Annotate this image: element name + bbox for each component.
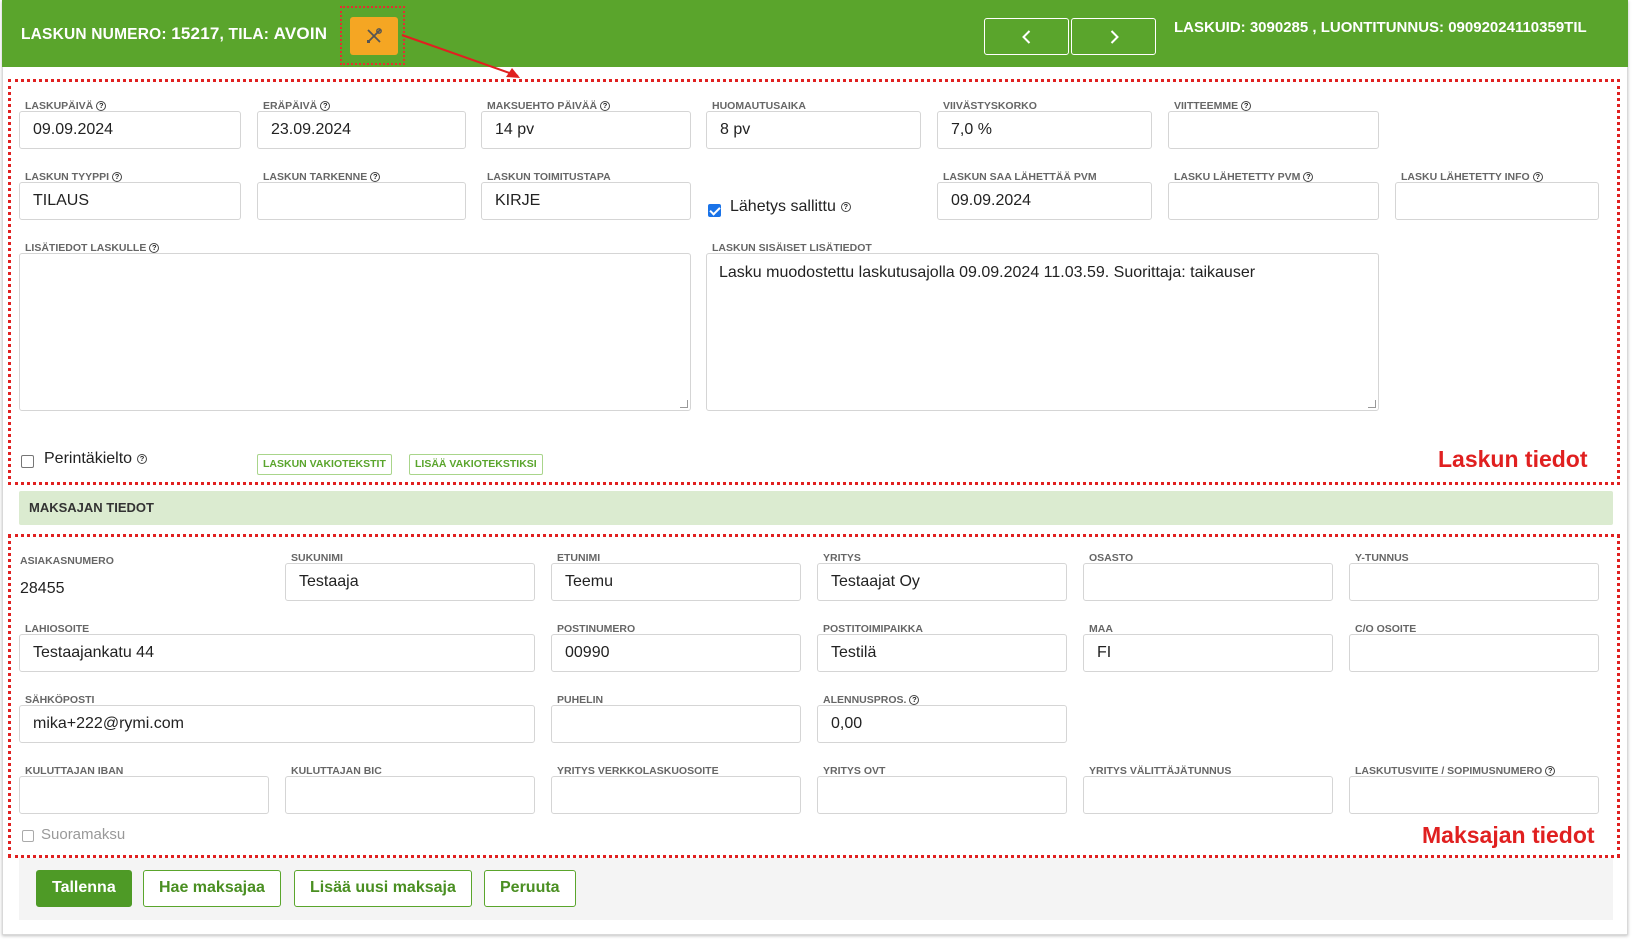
laskupaiva-input[interactable]: 09.09.2024 [19,111,241,149]
add-payer-button[interactable]: Lisää uusi maksaja [294,870,472,907]
help-icon[interactable]: ? [370,172,381,182]
chevron-right-icon [1110,29,1119,44]
lahetys-sallittu-text: Lähetys sallittu? [730,198,851,216]
lahiosoite-input[interactable]: Testaajankatu 44 [19,634,535,672]
perintakielto-checkbox[interactable] [21,455,34,468]
help-icon[interactable]: ? [1303,172,1314,182]
payer-section-title: MAKSAJAN TIEDOT [29,500,154,515]
resize-grip[interactable] [1368,400,1376,408]
help-icon[interactable]: ? [1545,766,1556,776]
help-icon[interactable]: ? [1241,101,1252,111]
suoramaksu-text: Suoramaksu [41,826,126,843]
chevron-left-icon [1021,29,1030,44]
tyyppi-select[interactable]: TILAUS [19,182,241,220]
saa-lahettaa-input[interactable]: 09.09.2024 [937,182,1152,220]
co-osoite-input[interactable] [1349,634,1599,672]
payer-section-annotation: Maksajan tiedot [1422,822,1595,848]
header-bar: LASKUN NUMERO: 15217, TILA: AVOIN LASKUI… [2,0,1628,67]
sisaiset-textarea[interactable]: Lasku muodostettu laskutusajolla 09.09.2… [706,253,1379,411]
help-icon[interactable]: ? [137,454,148,464]
previous-invoice-button[interactable] [984,18,1069,55]
help-icon[interactable]: ? [320,101,331,111]
suoramaksu-checkbox[interactable] [22,830,34,842]
tarkenne-input[interactable] [257,182,466,220]
ovt-input[interactable] [817,776,1067,814]
maa-input[interactable]: FI [1083,634,1333,672]
sisaiset-text: Lasku muodostettu laskutusajolla 09.09.2… [719,264,1256,281]
lisaa-vakioteksti-button[interactable]: LISÄÄ VAKIOTEKSTIKSI [409,454,543,475]
cancel-button[interactable]: Peruuta [484,870,576,907]
wrench-screwdriver-icon [367,28,382,43]
tools-button[interactable] [350,17,398,55]
postinumero-input[interactable]: 00990 [551,634,801,672]
help-icon[interactable]: ? [112,172,123,182]
viivastyskorko-input[interactable]: 7,0 % [937,111,1152,149]
viitteemme-input[interactable] [1168,111,1379,149]
invoice-number: 15217 [171,24,220,43]
bic-input[interactable] [285,776,535,814]
perintakielto-text: Perintäkielto? [44,450,148,468]
fetch-payer-button[interactable]: Hae maksajaa [143,870,281,907]
sahkoposti-input[interactable]: mika+222@rymi.com [19,705,535,743]
annotation-arrow [401,34,520,78]
toimitustapa-select[interactable]: KIRJE [481,182,691,220]
lahetetty-pvm-input[interactable] [1168,182,1379,220]
ytunnus-input[interactable] [1349,563,1599,601]
iban-input[interactable] [19,776,269,814]
vakiotekstit-button[interactable]: LASKUN VAKIOTEKSTIT [257,454,392,475]
postitoimipaikka-input[interactable]: Testilä [817,634,1067,672]
osasto-input[interactable] [1083,563,1333,601]
help-icon[interactable]: ? [909,695,920,705]
sukunimi-input[interactable]: Testaaja [285,563,535,601]
tool-button-highlight [340,6,405,65]
help-icon[interactable]: ? [1532,172,1543,182]
puhelin-input[interactable] [551,705,801,743]
alennuspros-input[interactable]: 0,00 [817,705,1067,743]
help-icon[interactable]: ? [600,101,611,111]
erapaiva-input[interactable]: 23.09.2024 [257,111,466,149]
lisatiedot-textarea[interactable] [19,253,691,411]
save-button[interactable]: Tallenna [36,870,132,907]
laskutusviite-input[interactable] [1349,776,1599,814]
etunimi-input[interactable]: Teemu [551,563,801,601]
resize-grip[interactable] [680,400,688,408]
verkkolaskuosoite-input[interactable] [551,776,801,814]
lahetetty-info-input[interactable] [1395,182,1599,220]
asiakasnumero-label: ASIAKASNUMERO [20,555,116,567]
next-invoice-button[interactable] [1071,18,1156,55]
help-icon[interactable]: ? [840,202,851,212]
payer-section-header[interactable]: MAKSAJAN TIEDOT [19,491,1613,525]
lahetys-sallittu-checkbox[interactable] [708,204,721,217]
huomautusaika-input[interactable]: 8 pv [706,111,921,149]
invoice-section-annotation: Laskun tiedot [1438,446,1588,472]
yritys-input[interactable]: Testaajat Oy [817,563,1067,601]
help-icon[interactable]: ? [96,101,107,111]
invoice-ids: LASKUID: 3090285 , LUONTITUNNUS: 0909202… [1174,19,1587,36]
help-icon[interactable]: ? [149,243,160,253]
status-prefix: , TILA: [219,26,274,43]
maksuehto-input[interactable]: 14 pv [481,111,691,149]
title-prefix: LASKUN NUMERO: [21,26,172,43]
valittajatunnus-input[interactable] [1083,776,1333,814]
invoice-title: LASKUN NUMERO: 15217, TILA: AVOIN [21,24,327,44]
invoice-status: AVOIN [273,24,328,43]
asiakasnumero-value: 28455 [20,580,65,597]
